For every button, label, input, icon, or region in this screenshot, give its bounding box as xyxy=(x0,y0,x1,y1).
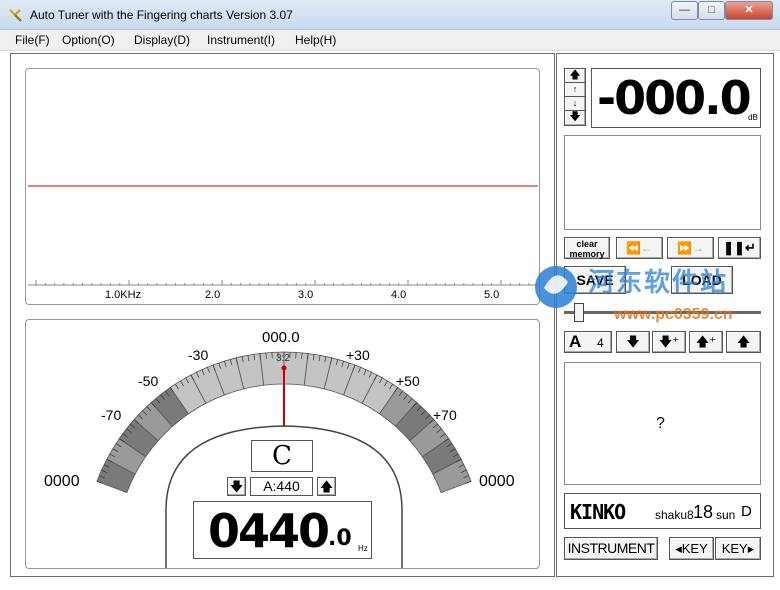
tick-label-3: 3.0 xyxy=(298,289,314,301)
scale-label-plus70: +70 xyxy=(433,407,457,423)
instrument-size: 18 xyxy=(693,502,714,522)
arrow-up-icon: 🡅 xyxy=(319,479,334,494)
transpose-label: A xyxy=(569,332,582,351)
transpose-display: A 4 xyxy=(564,331,612,353)
menu-file[interactable]: File(F) xyxy=(15,33,50,47)
transpose-down-button[interactable]: 🡇 xyxy=(616,331,650,353)
menu-display[interactable]: Display(D) xyxy=(134,33,190,47)
watermark-text: 河东软件站 xyxy=(588,267,729,297)
forward-icon: ⏩→ xyxy=(677,241,704,255)
tick-label-1khz: 1.0KHz xyxy=(105,289,142,301)
instrument-brand: KINKO xyxy=(570,500,626,524)
maximize-button[interactable]: □ xyxy=(698,1,725,20)
scale-label-minus70: -70 xyxy=(101,407,122,423)
watermark-logo-icon xyxy=(535,266,577,308)
menu-help[interactable]: Help(H) xyxy=(295,33,336,47)
key-down-button[interactable]: ◂KEY xyxy=(669,537,714,560)
frequency-main: 0440 xyxy=(208,504,330,558)
arrow-up-plus-icon: 🡅⁺ xyxy=(695,334,717,349)
transpose-up-fine-button[interactable]: 🡅⁺ xyxy=(689,331,723,353)
spectrum-display: 1.0KHz 2.0 3.0 4.0 5.0 xyxy=(25,68,540,305)
instrument-button[interactable]: INSTRUMENT xyxy=(564,537,658,560)
arrow-down-icon: 🡇 xyxy=(626,334,640,349)
ref-down-button[interactable]: 🡇 xyxy=(227,477,246,496)
reference-pitch-display: A:440 xyxy=(250,477,313,496)
clear-memory-label-1: clear xyxy=(576,239,598,249)
frequency-decimal: .0 xyxy=(328,526,352,551)
arrow-up-icon: 🡅 xyxy=(736,334,751,349)
forward-button[interactable]: ⏩→ xyxy=(667,237,714,259)
instrument-display: KINKO shaku8 18 sun D xyxy=(564,493,761,529)
scale-label-plus30: +30 xyxy=(346,347,370,363)
window-title: Auto Tuner with the Fingering charts Ver… xyxy=(30,8,293,22)
watermark-logo xyxy=(532,262,580,312)
close-button[interactable]: ✕ xyxy=(725,1,773,20)
spectrum-minor-ticks xyxy=(35,280,539,285)
level-unit: dB xyxy=(748,113,758,122)
instrument-model: shaku8 xyxy=(655,508,694,522)
needle-dot xyxy=(281,365,287,371)
transpose-up-button[interactable]: 🡅 xyxy=(726,331,761,353)
transpose-down-fine-button[interactable]: 🡇⁺ xyxy=(652,331,686,353)
menu-bar: File(F) Option(O) Display(D) Instrument(… xyxy=(0,30,780,51)
cents-center-value: 000.0 xyxy=(262,329,300,346)
level-down-icon[interactable]: ↓ xyxy=(565,97,585,111)
right-reading: 0000 xyxy=(479,473,515,490)
scale-label-minus30: -30 xyxy=(188,347,209,363)
level-up-fast-icon[interactable]: 🡅 xyxy=(565,69,585,83)
level-value: -000.0 xyxy=(597,71,752,125)
note-name-display: C xyxy=(251,440,313,472)
clear-memory-label-2: memory xyxy=(569,249,605,259)
menu-instrument[interactable]: Instrument(I) xyxy=(207,33,275,47)
level-up-icon[interactable]: ↑ xyxy=(565,83,585,97)
scale-label-minus50: -50 xyxy=(138,373,159,389)
tick-label-2: 2.0 xyxy=(205,289,221,301)
ratio-label: 3:2 xyxy=(276,353,290,364)
tuning-fork-icon xyxy=(9,9,22,22)
arrow-down-plus-icon: 🡇⁺ xyxy=(658,334,680,349)
rewind-button[interactable]: ⏪← xyxy=(616,237,663,259)
spectrum-graph xyxy=(28,185,539,286)
menu-option[interactable]: Option(O) xyxy=(62,33,115,47)
pause-return-icon: ❚❚↵ xyxy=(723,240,756,255)
arrow-down-icon: 🡇 xyxy=(229,479,244,494)
tick-label-4: 4.0 xyxy=(391,289,407,301)
tick-label-5: 5.0 xyxy=(484,289,500,301)
frequency-unit: Hz xyxy=(358,544,368,553)
memory-display xyxy=(564,135,761,230)
level-down-fast-icon[interactable]: 🡇 xyxy=(565,111,585,125)
left-reading: 0000 xyxy=(44,473,80,490)
pause-button[interactable]: ❚❚↵ xyxy=(718,237,761,259)
frequency-display: 0440 .0 Hz xyxy=(193,501,372,559)
rewind-icon: ⏪← xyxy=(626,241,653,255)
tuning-meter: 000.0 3:2 -30 -50 -70 +30 +50 +70 0000 0… xyxy=(25,319,540,569)
level-stepper[interactable]: 🡅 ↑ ↓ 🡇 xyxy=(564,68,586,126)
clear-memory-button[interactable]: clear memory xyxy=(564,237,610,259)
minimize-button[interactable]: — xyxy=(671,1,698,20)
instrument-size-unit: sun xyxy=(716,508,736,522)
transpose-value: 4 xyxy=(597,336,604,350)
title-bar: Auto Tuner with the Fingering charts Ver… xyxy=(0,0,780,30)
ref-up-button[interactable]: 🡅 xyxy=(317,477,336,496)
scale-label-plus50: +50 xyxy=(396,373,420,389)
level-display: -000.0 dB xyxy=(591,68,761,128)
fingering-chart: ? xyxy=(564,362,761,485)
fingering-unknown: ? xyxy=(656,415,665,432)
watermark-url: www.pc0359.cn xyxy=(614,306,733,323)
instrument-key: D xyxy=(741,503,752,520)
key-up-button[interactable]: KEY▸ xyxy=(715,537,761,560)
